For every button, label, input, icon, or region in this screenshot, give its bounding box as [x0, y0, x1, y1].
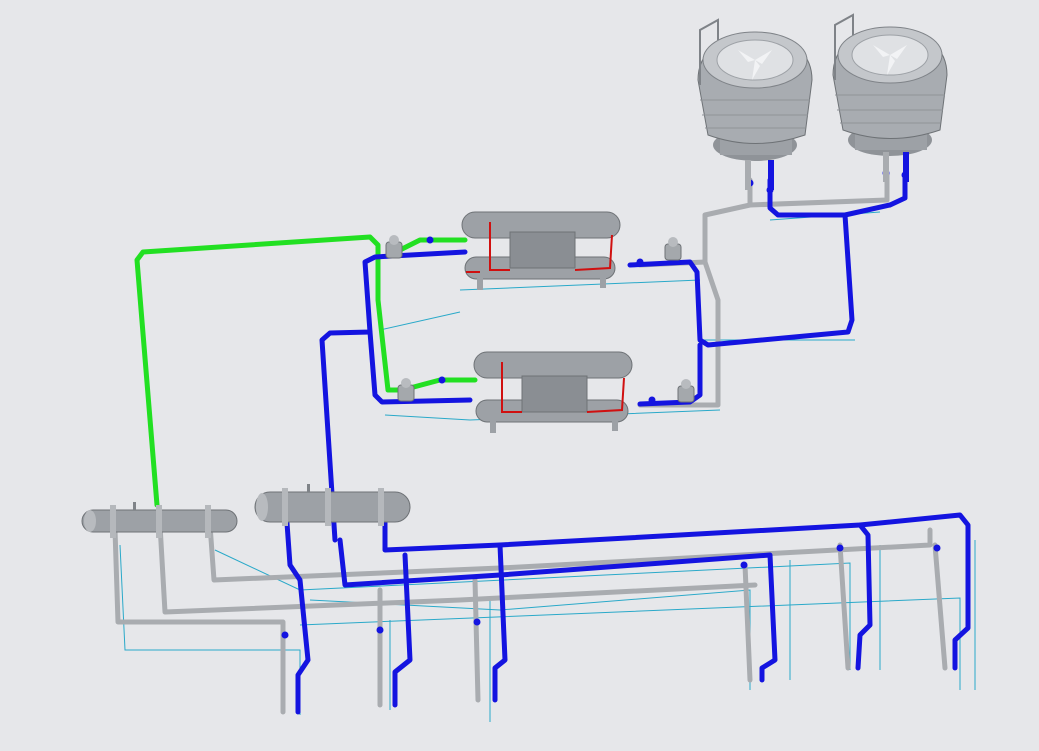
valve-marker: [438, 376, 446, 384]
blue-pipe: [282, 492, 311, 715]
piping-diagram-viewport: [0, 0, 1039, 751]
valve-marker: [281, 631, 289, 639]
valve-marker: [933, 544, 941, 552]
pump-3: [664, 237, 682, 261]
guide-line: [459, 279, 701, 291]
blue-pipe: [392, 552, 413, 708]
cooling-tower-1: [697, 18, 813, 190]
gray-pipe: [702, 177, 753, 265]
valve-marker: [473, 618, 481, 626]
piping-3d-scene: [81, 13, 976, 722]
valve-marker: [426, 236, 434, 244]
valve-marker: [636, 258, 644, 266]
guide-line: [119, 544, 301, 715]
chiller-2: [473, 351, 633, 433]
gray-pipe: [112, 527, 286, 715]
valve-marker: [648, 396, 656, 404]
guide-line: [379, 270, 461, 331]
green-pipes: [134, 234, 478, 508]
distribution-header-1: [81, 502, 238, 538]
pump-2: [397, 378, 415, 402]
valve-marker: [836, 544, 844, 552]
gray-pipe: [742, 562, 753, 683]
green-pipe: [134, 234, 403, 508]
cooling-tower-2: [832, 13, 948, 182]
pump-4: [677, 379, 695, 403]
gray-pipe: [932, 542, 948, 671]
gray-pipe: [637, 259, 721, 408]
valve-marker: [740, 561, 748, 569]
gray-pipe: [472, 577, 481, 703]
valve-marker: [376, 626, 384, 634]
pump-1: [385, 235, 403, 259]
chiller-1: [461, 211, 621, 290]
blue-pipe: [767, 177, 848, 218]
